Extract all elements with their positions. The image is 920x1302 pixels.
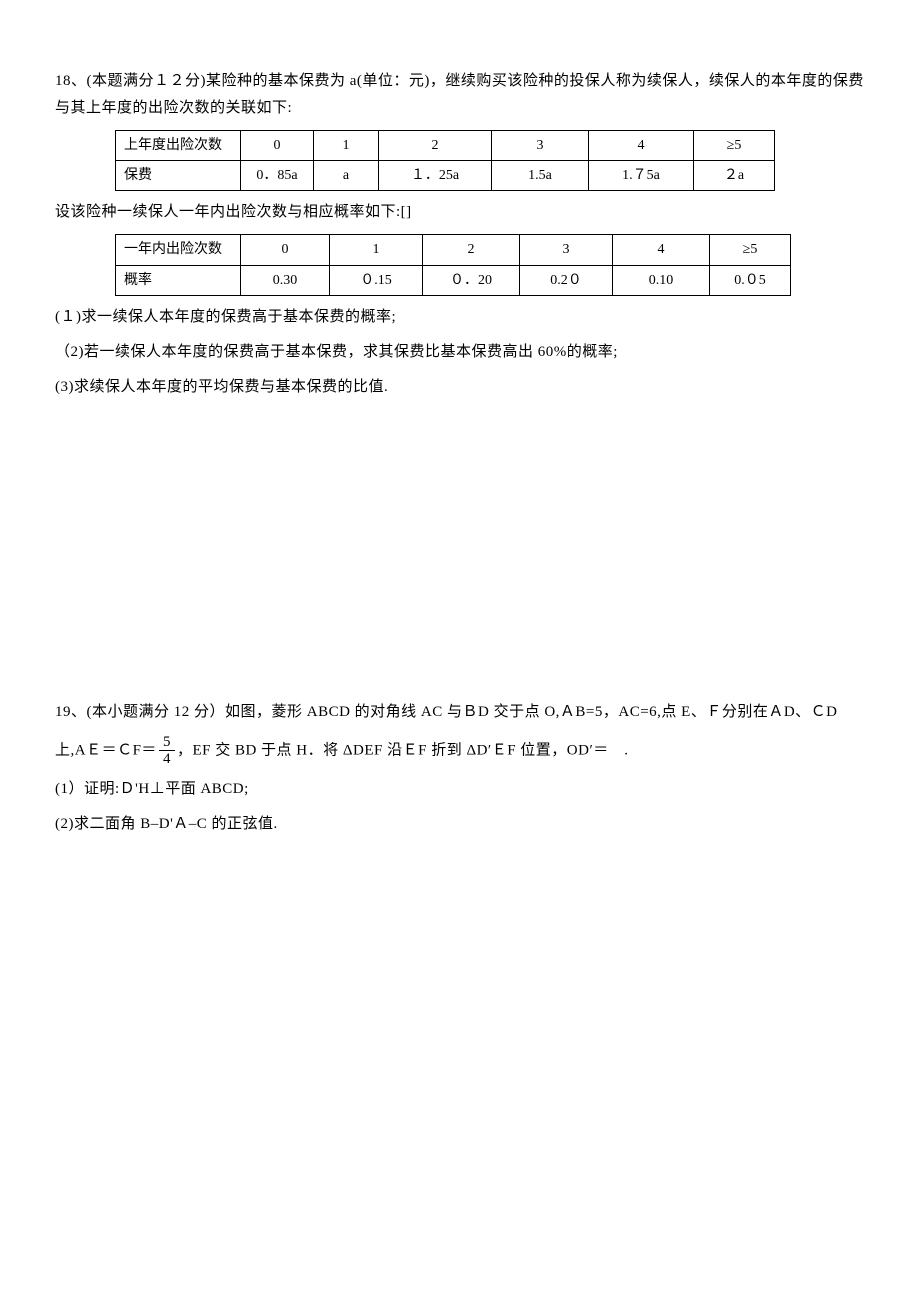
- problem-19: 19、(本小题满分 12 分）如图，菱形 ABCD 的对角线 AC 与ＢD 交于…: [55, 699, 865, 838]
- table-cell: 4: [589, 131, 694, 161]
- spacer: [55, 431, 865, 691]
- table-cell: 2: [379, 131, 492, 161]
- p19-line1b: 上,AＥ＝ＣF＝54，EF 交 BD 于点 H．将 ΔDEF 沿ＥF 折到 ΔD…: [55, 734, 865, 768]
- table-cell: 0.2０: [520, 265, 613, 295]
- table-cell: 2: [423, 235, 520, 265]
- table-row: 上年度出险次数 0 1 2 3 4 ≥5: [116, 131, 775, 161]
- table-cell: ０．20: [423, 265, 520, 295]
- p19-line1a: 19、(本小题满分 12 分）如图，菱形 ABCD 的对角线 AC 与ＢD 交于…: [55, 699, 865, 726]
- table-cell: 1.5a: [492, 161, 589, 191]
- table-row: 概率 0.30 ０.15 ０．20 0.2０ 0.10 0.０5: [116, 265, 791, 295]
- table-cell: ０.15: [330, 265, 423, 295]
- table-cell: 0: [241, 235, 330, 265]
- p19-q2: (2)求二面角 B–D'Ａ–C 的正弦值.: [55, 811, 865, 838]
- table-cell: 3: [520, 235, 613, 265]
- table-row: 保费 0．85a a １．25a 1.5a 1.７5a ２a: [116, 161, 775, 191]
- table-premium: 上年度出险次数 0 1 2 3 4 ≥5 保费 0．85a a １．25a 1.…: [115, 130, 775, 191]
- table-cell: 0: [241, 131, 314, 161]
- table-cell: 0.０5: [710, 265, 791, 295]
- table-row-label: 概率: [116, 265, 241, 295]
- fraction: 54: [159, 734, 175, 768]
- table-cell: 1: [330, 235, 423, 265]
- table-cell: a: [314, 161, 379, 191]
- table-cell: 4: [613, 235, 710, 265]
- p19-pre: 上,AＥ＝ＣF＝: [55, 742, 157, 758]
- table-cell: 1: [314, 131, 379, 161]
- table-cell: 3: [492, 131, 589, 161]
- table-row: 一年内出险次数 0 1 2 3 4 ≥5: [116, 235, 791, 265]
- table-cell: ２a: [694, 161, 775, 191]
- table-cell: 0.30: [241, 265, 330, 295]
- table-cell: 1.７5a: [589, 161, 694, 191]
- p18-q2: （2)若一续保人本年度的保费高于基本保费，求其保费比基本保费高出 60%的概率;: [55, 339, 865, 366]
- p18-q1: (１)求一续保人本年度的保费高于基本保费的概率;: [55, 304, 865, 331]
- table-header-cell: 上年度出险次数: [116, 131, 241, 161]
- p18-q3: (3)求续保人本年度的平均保费与基本保费的比值.: [55, 374, 865, 401]
- table-row-label: 保费: [116, 161, 241, 191]
- table-header-cell: 一年内出险次数: [116, 235, 241, 265]
- problem-18: 18、(本题满分１２分)某险种的基本保费为 a(单位：元)，继续购买该险种的投保…: [55, 68, 865, 401]
- table-cell: １．25a: [379, 161, 492, 191]
- table-cell: ≥5: [694, 131, 775, 161]
- fraction-den: 4: [159, 751, 175, 768]
- p19-post: ，EF 交 BD 于点 H．将 ΔDEF 沿ＥF 折到 ΔD′ＥF 位置，OD′…: [177, 742, 629, 758]
- p19-q1: (1）证明:Ｄ'H⊥平面 ABCD;: [55, 776, 865, 803]
- p18-line2: 设该险种一续保人一年内出险次数与相应概率如下:[]: [55, 199, 865, 226]
- table-cell: 0．85a: [241, 161, 314, 191]
- fraction-num: 5: [159, 734, 175, 752]
- table-probability: 一年内出险次数 0 1 2 3 4 ≥5 概率 0.30 ０.15 ０．20 0…: [115, 234, 791, 295]
- table-cell: 0.10: [613, 265, 710, 295]
- p18-intro: 18、(本题满分１２分)某险种的基本保费为 a(单位：元)，继续购买该险种的投保…: [55, 68, 865, 122]
- table-cell: ≥5: [710, 235, 791, 265]
